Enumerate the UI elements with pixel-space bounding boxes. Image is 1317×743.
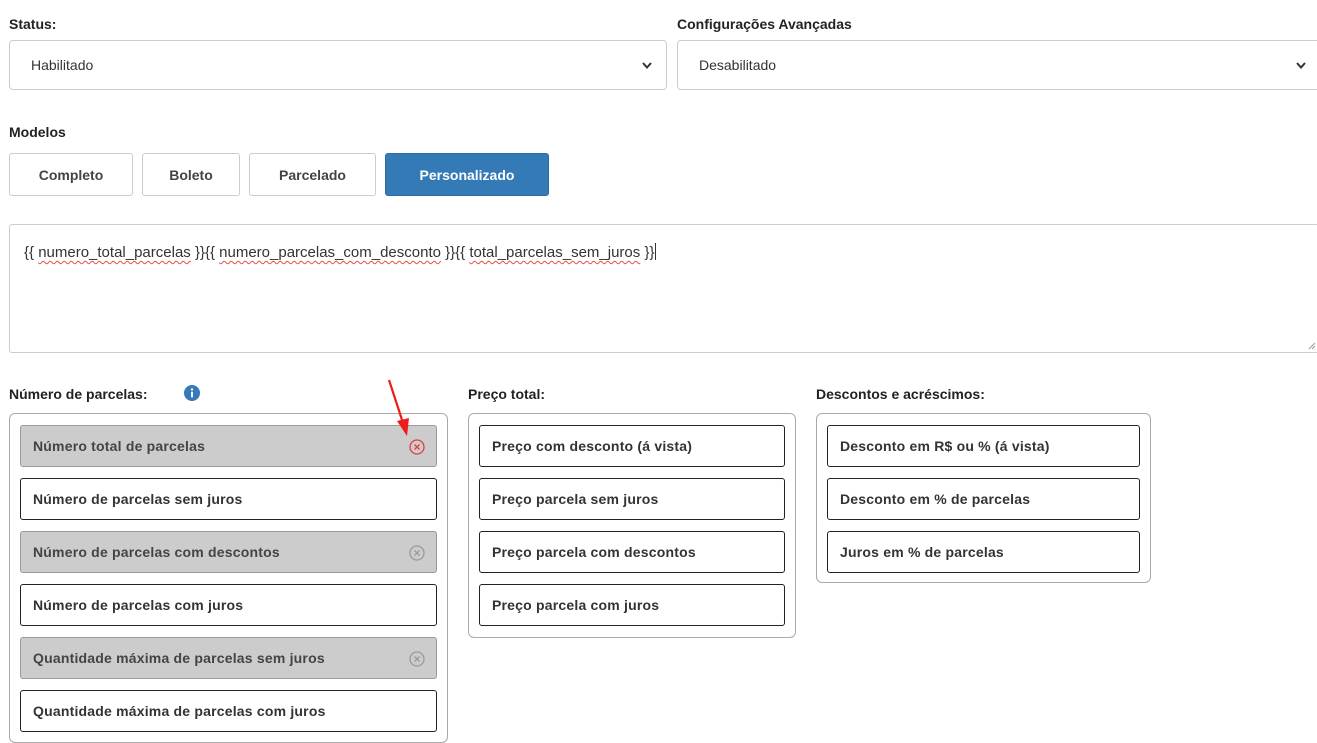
price-item[interactable]: Preço com desconto (á vista) [479,425,785,467]
discount-item-label: Juros em % de parcelas [840,544,1004,560]
installment-item-label: Número de parcelas com juros [33,597,244,613]
close-circle-icon[interactable] [409,651,425,667]
status-select[interactable]: Habilitado [9,40,667,90]
chevron-down-icon [642,61,652,69]
template-textarea[interactable]: {{ numero_total_parcelas }}{{ numero_par… [9,224,1317,353]
text-cursor [655,243,657,260]
template-text-part: {{ [24,244,39,261]
price-item[interactable]: Preço parcela sem juros [479,478,785,520]
template-variable: numero_parcelas_com_desconto [219,244,441,261]
info-icon[interactable] [184,385,200,401]
model-personalizado-button[interactable]: Personalizado [385,153,549,196]
discount-item-label: Desconto em % de parcelas [840,491,1031,507]
discounts-panel: Desconto em R$ ou % (á vista) Desconto e… [816,413,1151,583]
discount-item[interactable]: Juros em % de parcelas [827,531,1140,573]
template-variable: numero_total_parcelas [38,244,191,261]
model-boleto-button[interactable]: Boleto [142,153,240,196]
installment-item[interactable]: Número de parcelas sem juros [20,478,437,520]
advanced-settings-select[interactable]: Desabilitado [677,40,1317,90]
close-circle-icon[interactable] [409,545,425,561]
installment-item[interactable]: Número de parcelas com descontos [20,531,437,573]
price-item-label: Preço parcela com juros [492,597,660,613]
model-completo-button[interactable]: Completo [9,153,133,196]
installments-panel: Número total de parcelas Número de parce… [9,413,448,743]
status-select-value: Habilitado [31,57,94,73]
installment-item[interactable]: Número de parcelas com juros [20,584,437,626]
discount-item[interactable]: Desconto em % de parcelas [827,478,1140,520]
price-item[interactable]: Preço parcela com juros [479,584,785,626]
advanced-settings-value: Desabilitado [699,57,777,73]
price-item[interactable]: Preço parcela com descontos [479,531,785,573]
price-item-label: Preço com desconto (á vista) [492,438,693,454]
installment-item[interactable]: Quantidade máxima de parcelas com juros [20,690,437,732]
models-label: Modelos [9,124,66,140]
template-variable: total_parcelas_sem_juros [469,244,641,261]
annotation-arrow-icon [387,379,409,436]
installments-label: Número de parcelas: [9,386,148,402]
installment-item-label: Quantidade máxima de parcelas com juros [33,703,326,719]
discount-item-label: Desconto em R$ ou % (á vista) [840,438,1050,454]
template-text-part: }}{{ [440,244,470,261]
total-price-label: Preço total: [468,386,546,402]
status-label: Status: [9,16,57,32]
template-text-part: }}{{ [190,244,220,261]
price-item-label: Preço parcela sem juros [492,491,659,507]
price-item-label: Preço parcela com descontos [492,544,696,560]
advanced-settings-label: Configurações Avançadas [677,16,852,32]
model-parcelado-button[interactable]: Parcelado [249,153,376,196]
installment-item[interactable]: Quantidade máxima de parcelas sem juros [20,637,437,679]
installment-item-label: Número de parcelas sem juros [33,491,243,507]
installment-item-label: Número total de parcelas [33,438,206,454]
installment-item-label: Quantidade máxima de parcelas sem juros [33,650,325,666]
resize-handle-icon[interactable] [1308,342,1316,350]
discount-item[interactable]: Desconto em R$ ou % (á vista) [827,425,1140,467]
template-text-part: }} [640,244,655,261]
close-circle-icon[interactable] [409,439,425,455]
chevron-down-icon [1296,61,1306,69]
installment-item-label: Número de parcelas com descontos [33,544,280,560]
discounts-label: Descontos e acréscimos: [816,386,985,402]
installment-item[interactable]: Número total de parcelas [20,425,437,467]
total-price-panel: Preço com desconto (á vista) Preço parce… [468,413,796,638]
